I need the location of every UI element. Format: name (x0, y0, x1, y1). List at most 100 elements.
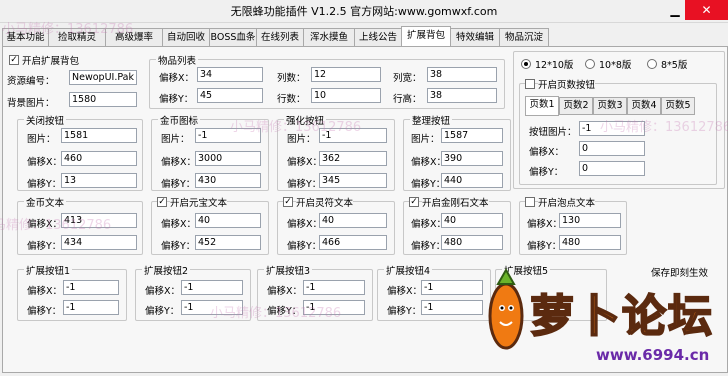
layout-10x8-radio[interactable] (585, 59, 595, 69)
bubble-title: 开启泡点文本 (538, 195, 596, 209)
items-rowh-input[interactable]: 38 (427, 88, 497, 103)
ext-btn-4-y-label: 偏移Y： (387, 306, 422, 317)
lingfu-checkbox[interactable]: ✓ (283, 197, 293, 207)
bubble-checkbox[interactable] (525, 197, 535, 207)
close-window-button[interactable]: ✕ (685, 0, 728, 20)
watermark: 小马精修：13612786 (230, 120, 362, 135)
lingfu-title: 开启灵符文本 (296, 195, 354, 209)
window-title: 无限蜂功能插件 V1.2.5 官方网站:www.gomwxf.com (230, 5, 498, 18)
page-tab-5[interactable]: 页数5 (661, 97, 695, 115)
items-rows-label: 行数： (277, 94, 306, 105)
enhance-y-label: 偏移Y： (287, 179, 322, 190)
page-btn-checkbox[interactable] (525, 79, 535, 89)
ext-btn-1-y-input[interactable]: -1 (63, 300, 119, 315)
items-list-title: 物品列表 (156, 53, 199, 67)
ext-btn-4-title: 扩展按钮4 (384, 263, 433, 277)
close-btn-x-label: 偏移X： (27, 157, 63, 168)
ext-btn-2-x-input[interactable]: -1 (181, 280, 243, 295)
yuanbao-y-label: 偏移Y： (161, 241, 196, 252)
tab-item-sink[interactable]: 物品沉淀 (499, 28, 549, 46)
gold-text-y-label: 偏移Y： (27, 241, 62, 252)
sort-y-input[interactable]: 440 (441, 173, 503, 188)
ext-btn-1-y-label: 偏移Y： (27, 306, 62, 317)
diamond-y-input[interactable]: 480 (441, 235, 503, 250)
sort-x-input[interactable]: 390 (441, 151, 503, 166)
lingfu-y-input[interactable]: 466 (319, 235, 387, 250)
plugin-window: 无限蜂功能插件 V1.2.5 官方网站:www.gomwxf.com ▁ ✕ 基… (0, 0, 728, 373)
ext-btn-1-title: 扩展按钮1 (24, 263, 73, 277)
items-colw-input[interactable]: 38 (427, 67, 497, 82)
tab-online-list[interactable]: 在线列表 (256, 28, 304, 46)
ext-btn-3-x-label: 偏移X： (267, 286, 303, 297)
enable-bag-checkbox[interactable]: ✓ (9, 55, 19, 65)
tab-login-notice[interactable]: 上线公告 (354, 28, 402, 46)
sort-img-input[interactable]: 1587 (441, 128, 503, 143)
layout-12x10-label: 12*10版 (535, 60, 574, 71)
bg-image-label: 背景图片： (7, 98, 55, 109)
gold-text-y-input[interactable]: 434 (61, 235, 137, 250)
page-btn-title: 开启页数按钮 (538, 77, 596, 91)
ext-btn-2-title: 扩展按钮2 (142, 263, 191, 277)
lingfu-x-label: 偏移X： (287, 219, 323, 230)
diamond-x-input[interactable]: 40 (441, 213, 503, 228)
yuanbao-checkbox[interactable]: ✓ (157, 197, 167, 207)
items-cols-input[interactable]: 12 (311, 67, 381, 82)
ext-btn-1-x-input[interactable]: -1 (63, 280, 119, 295)
resource-select[interactable]: NewopUI.Pak (69, 70, 137, 85)
site-logo: 萝卜论坛 www.6994.cn (478, 266, 728, 373)
gold-icon-y-input[interactable]: 430 (195, 173, 261, 188)
items-rows-input[interactable]: 10 (311, 88, 381, 103)
bubble-x-input[interactable]: 130 (559, 213, 621, 228)
close-btn-y-label: 偏移Y： (27, 179, 62, 190)
ext-btn-4-y-input[interactable]: -1 (421, 300, 483, 315)
page-tab-4[interactable]: 页数4 (627, 97, 661, 115)
ext-btn-3-title: 扩展按钮3 (264, 263, 313, 277)
close-btn-img-input[interactable]: 1581 (61, 128, 137, 143)
ext-btn-3-x-input[interactable]: -1 (303, 280, 365, 295)
diamond-checkbox[interactable]: ✓ (409, 197, 419, 207)
watermark: 小马精修：13612786 (2, 22, 134, 37)
page-btn-y-input[interactable]: 0 (579, 161, 645, 176)
close-btn-x-input[interactable]: 460 (61, 151, 137, 166)
items-rowh-label: 行高： (393, 94, 422, 105)
enhance-x-label: 偏移X： (287, 157, 323, 168)
yuanbao-y-input[interactable]: 452 (195, 235, 261, 250)
enhance-x-input[interactable]: 362 (319, 151, 387, 166)
items-offy-input[interactable]: 45 (197, 88, 263, 103)
tab-extend-bag[interactable]: 扩展背包 (401, 26, 451, 47)
page-tab-2[interactable]: 页数2 (559, 97, 593, 115)
gold-icon-y-label: 偏移Y： (161, 179, 196, 190)
yuanbao-x-label: 偏移X： (161, 219, 197, 230)
bubble-y-input[interactable]: 480 (559, 235, 621, 250)
tab-recycle[interactable]: 自动回收 (162, 28, 210, 46)
page-tab-3[interactable]: 页数3 (593, 97, 627, 115)
ext-btn-4-x-input[interactable]: -1 (421, 280, 483, 295)
gold-icon-x-input[interactable]: 3000 (195, 151, 261, 166)
tab-effect-edit[interactable]: 特效编辑 (450, 28, 500, 46)
sort-img-label: 图片： (411, 134, 440, 145)
close-btn-y-input[interactable]: 13 (61, 173, 137, 188)
resource-label: 资源编号： (7, 76, 55, 87)
items-offy-label: 偏移Y： (159, 94, 194, 105)
page-btn-y-label: 偏移Y： (529, 167, 564, 178)
layout-12x10-radio[interactable] (521, 59, 531, 69)
close-btn-img-label: 图片： (27, 134, 56, 145)
lingfu-x-input[interactable]: 40 (319, 213, 387, 228)
gold-icon-title: 金币图标 (158, 113, 201, 127)
bg-image-input[interactable]: 1580 (69, 92, 137, 107)
bubble-y-label: 偏移Y： (527, 241, 562, 252)
minimize-icon[interactable]: ▁ (665, 0, 685, 20)
layout-10x8-label: 10*8版 (599, 60, 632, 71)
enhance-y-input[interactable]: 345 (319, 173, 387, 188)
tab-boss-hp[interactable]: BOSS血条 (209, 28, 257, 46)
page-btn-x-input[interactable]: 0 (579, 141, 645, 156)
bubble-x-label: 偏移X： (527, 219, 563, 230)
tab-fishing[interactable]: 浑水摸鱼 (303, 28, 355, 46)
layout-8x5-radio[interactable] (647, 59, 657, 69)
items-offx-input[interactable]: 34 (197, 67, 263, 82)
page-btn-x-label: 偏移X： (529, 147, 565, 158)
yuanbao-title: 开启元宝文本 (170, 195, 228, 209)
page-tab-1[interactable]: 页数1 (525, 96, 559, 116)
yuanbao-x-input[interactable]: 40 (195, 213, 261, 228)
ext-btn-2-y-label: 偏移Y： (145, 306, 180, 317)
